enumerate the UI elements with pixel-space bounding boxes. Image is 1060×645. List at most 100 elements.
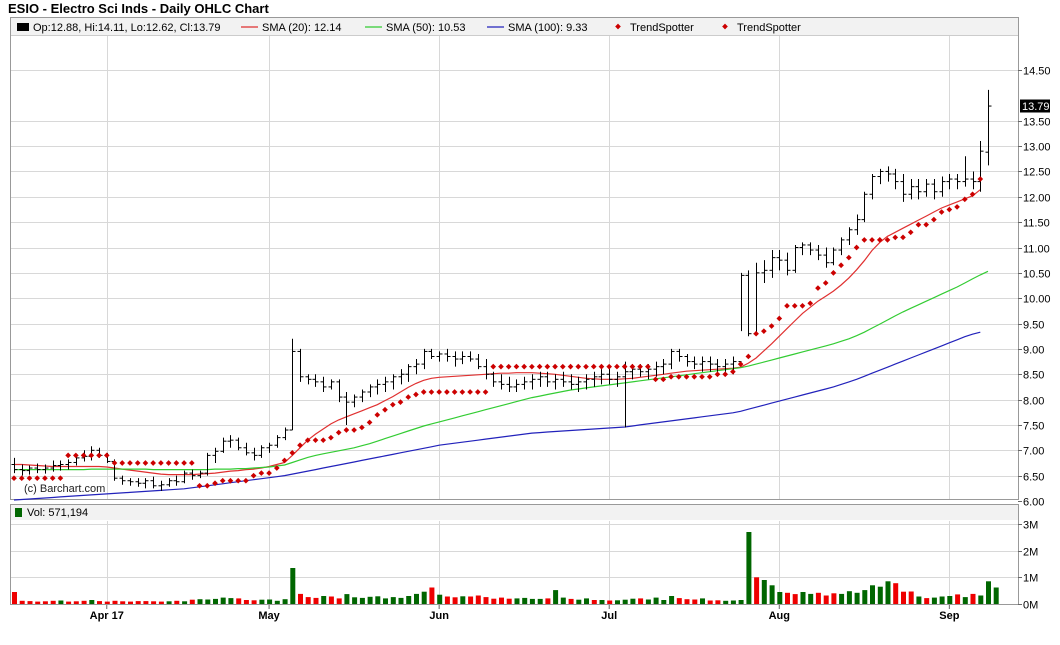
volume-bar: [978, 595, 984, 604]
volume-tick-label: 3M: [1023, 520, 1038, 532]
volume-bar: [151, 601, 157, 604]
volume-bar: [228, 598, 234, 604]
price-tick-label: 9.50: [1023, 320, 1044, 332]
volume-bar: [669, 596, 675, 604]
volume-bar: [723, 600, 729, 604]
volume-bar: [622, 599, 628, 604]
volume-bar: [328, 596, 334, 604]
volume-bar: [785, 592, 790, 604]
ohlc-legend-swatch: [17, 23, 29, 31]
copyright: (c) Barchart.com: [24, 483, 105, 495]
volume-bar: [676, 598, 682, 604]
price-tick-label: 11.50: [1023, 218, 1050, 230]
volume-bar: [506, 598, 512, 604]
volume-bar: [591, 600, 597, 604]
volume-legend-swatch: [15, 508, 22, 517]
volume-bar: [877, 586, 883, 604]
volume-bar: [707, 600, 713, 604]
x-tick-label: Apr 17: [90, 610, 124, 622]
volume-bar: [584, 598, 589, 604]
volume-bar: [352, 597, 358, 604]
volume-bar: [560, 597, 566, 604]
volume-bar: [19, 600, 25, 604]
volume-bar: [831, 593, 837, 604]
volume-bar: [514, 598, 520, 604]
volume-bar: [298, 593, 303, 604]
volume-bar: [321, 596, 327, 604]
sma100-legend-text: SMA (100): 9.33: [508, 22, 588, 34]
volume-bar: [336, 598, 342, 604]
volume-bar: [986, 581, 991, 604]
volume-legend-text: Vol: 571,194: [27, 507, 88, 519]
volume-bar: [653, 597, 659, 604]
volume-bar: [390, 597, 396, 604]
volume-bar: [135, 601, 141, 604]
volume-bar: [406, 596, 412, 604]
volume-bar: [638, 598, 644, 604]
volume-bar: [955, 594, 961, 604]
volume-bar: [931, 597, 937, 604]
volume-bar: [800, 592, 806, 604]
volume-bar: [12, 592, 17, 604]
volume-bar: [769, 585, 775, 604]
volume-bar: [437, 594, 443, 604]
volume-bar: [42, 601, 48, 604]
volume-bar: [414, 593, 419, 604]
volume-bar: [537, 598, 543, 604]
volume-bar: [35, 601, 41, 604]
volume-bar: [282, 599, 288, 604]
volume-bar: [854, 592, 860, 604]
x-tick-label: Sep: [939, 610, 959, 622]
volume-bar: [305, 597, 311, 604]
sma50-legend-text: SMA (50): 10.53: [386, 22, 466, 34]
volume-bar: [777, 592, 783, 604]
x-tick-label: May: [258, 610, 280, 622]
volume-tick-label: 1M: [1023, 573, 1038, 585]
volume-bar: [576, 599, 582, 604]
price-tick-label: 6.00: [1023, 497, 1044, 509]
volume-bar: [692, 599, 698, 604]
price-tick-label: 8.50: [1023, 370, 1044, 382]
price-tick-label: 7.00: [1023, 446, 1044, 458]
volume-bar: [313, 597, 319, 604]
volume-bar: [499, 597, 504, 604]
x-axis: Apr 17 May Jun Jul Aug Sep: [90, 605, 960, 622]
volume-bar: [290, 568, 296, 604]
volume-bar: [205, 599, 211, 604]
volume-bar: [607, 600, 613, 604]
sma20-legend-text: SMA (20): 12.14: [262, 22, 342, 34]
volume-bar: [166, 601, 172, 604]
volume-bar: [924, 598, 930, 604]
volume-bar: [491, 598, 497, 604]
volume-bar: [738, 600, 744, 604]
volume-bar: [120, 601, 126, 604]
volume-bar: [197, 599, 203, 604]
volume-bar: [545, 598, 551, 604]
volume-bar: [901, 591, 906, 604]
volume-bar: [808, 593, 814, 604]
volume-bar: [823, 595, 829, 604]
volume-bar: [908, 591, 914, 604]
volume-bar: [615, 600, 620, 604]
price-tick-label: 9.00: [1023, 345, 1044, 357]
volume-bar: [236, 598, 242, 604]
volume-bar: [58, 600, 64, 604]
price-tick-label: 11.00: [1023, 244, 1050, 256]
volume-bar: [730, 600, 736, 604]
volume-bar: [375, 596, 381, 604]
price-tick-label: 6.50: [1023, 472, 1044, 484]
volume-bar: [460, 596, 466, 604]
volume-bar: [529, 598, 535, 604]
volume-bar: [158, 601, 164, 604]
volume-bar: [553, 590, 559, 604]
price-tick-label: 13.00: [1023, 142, 1051, 154]
volume-bar: [73, 601, 79, 604]
volume-bar: [128, 601, 133, 604]
volume-bar: [213, 598, 218, 604]
price-tick-label: 10.00: [1023, 294, 1051, 306]
trendspotter-legend-text-1: TrendSpotter: [630, 22, 694, 34]
price-tick-label: 12.50: [1023, 167, 1051, 179]
volume-tick-label: 0M: [1023, 600, 1038, 612]
x-tick-label: Jul: [601, 610, 617, 622]
volume-bar: [367, 596, 373, 604]
